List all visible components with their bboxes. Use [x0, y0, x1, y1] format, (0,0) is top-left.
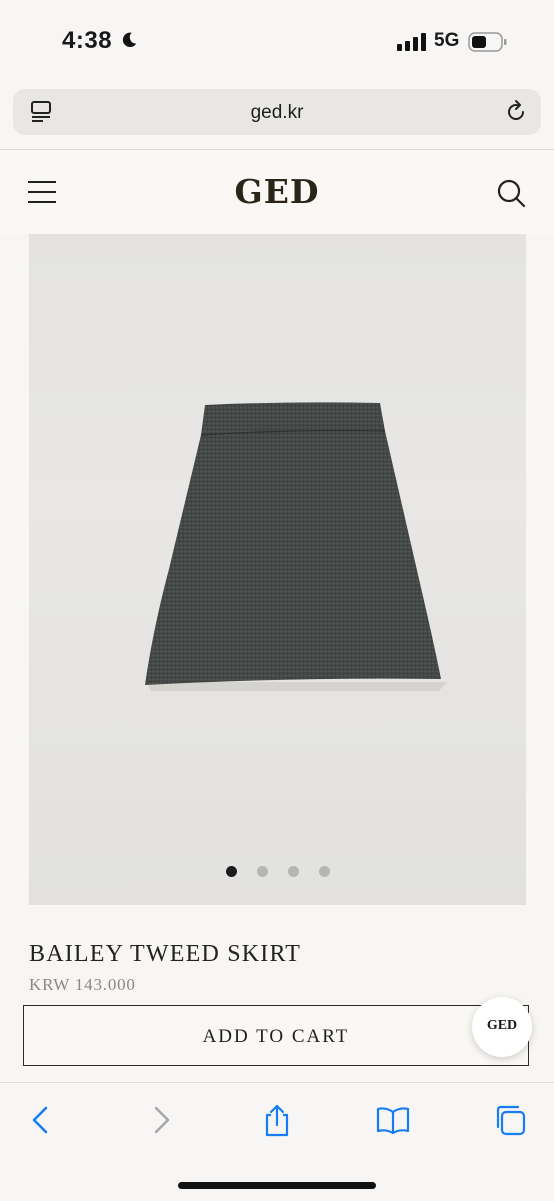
add-to-cart-button[interactable]: ADD TO CART: [23, 1005, 529, 1066]
carousel-dot[interactable]: [225, 866, 237, 877]
status-time: 4:38: [62, 27, 113, 54]
add-to-cart-label: ADD TO CART: [202, 1026, 350, 1047]
search-icon[interactable]: [496, 178, 526, 208]
status-bar: 4:38 5G: [0, 0, 554, 84]
carousel-dots: [29, 866, 526, 877]
chat-badge-button[interactable]: GED: [472, 997, 532, 1057]
product-price: KRW 143.000: [29, 975, 136, 994]
cellular-signal-icon: [397, 33, 426, 51]
carousel-dot[interactable]: [287, 866, 299, 877]
tabs-icon[interactable]: [494, 1103, 528, 1137]
site-header: GED: [0, 150, 554, 234]
share-icon[interactable]: [260, 1103, 294, 1137]
chat-badge-label: GED: [486, 1018, 518, 1033]
bookmarks-icon[interactable]: [376, 1103, 410, 1137]
reload-icon[interactable]: [503, 99, 529, 125]
address-bar[interactable]: ged.kr: [13, 89, 541, 135]
carousel-dot[interactable]: [256, 866, 268, 877]
home-indicator: [178, 1182, 376, 1189]
site-logo[interactable]: GED: [0, 172, 554, 211]
moon-icon: [122, 32, 137, 48]
battery-icon: [468, 32, 507, 52]
product-image-gallery[interactable]: [29, 234, 526, 905]
forward-icon[interactable]: [144, 1103, 178, 1137]
network-type: 5G: [434, 30, 460, 51]
product-name: BAILEY TWEED SKIRT: [29, 941, 302, 967]
back-icon[interactable]: [24, 1103, 58, 1137]
url-text[interactable]: ged.kr: [13, 102, 541, 124]
carousel-dot[interactable]: [318, 866, 330, 877]
skirt-image: [145, 402, 447, 691]
